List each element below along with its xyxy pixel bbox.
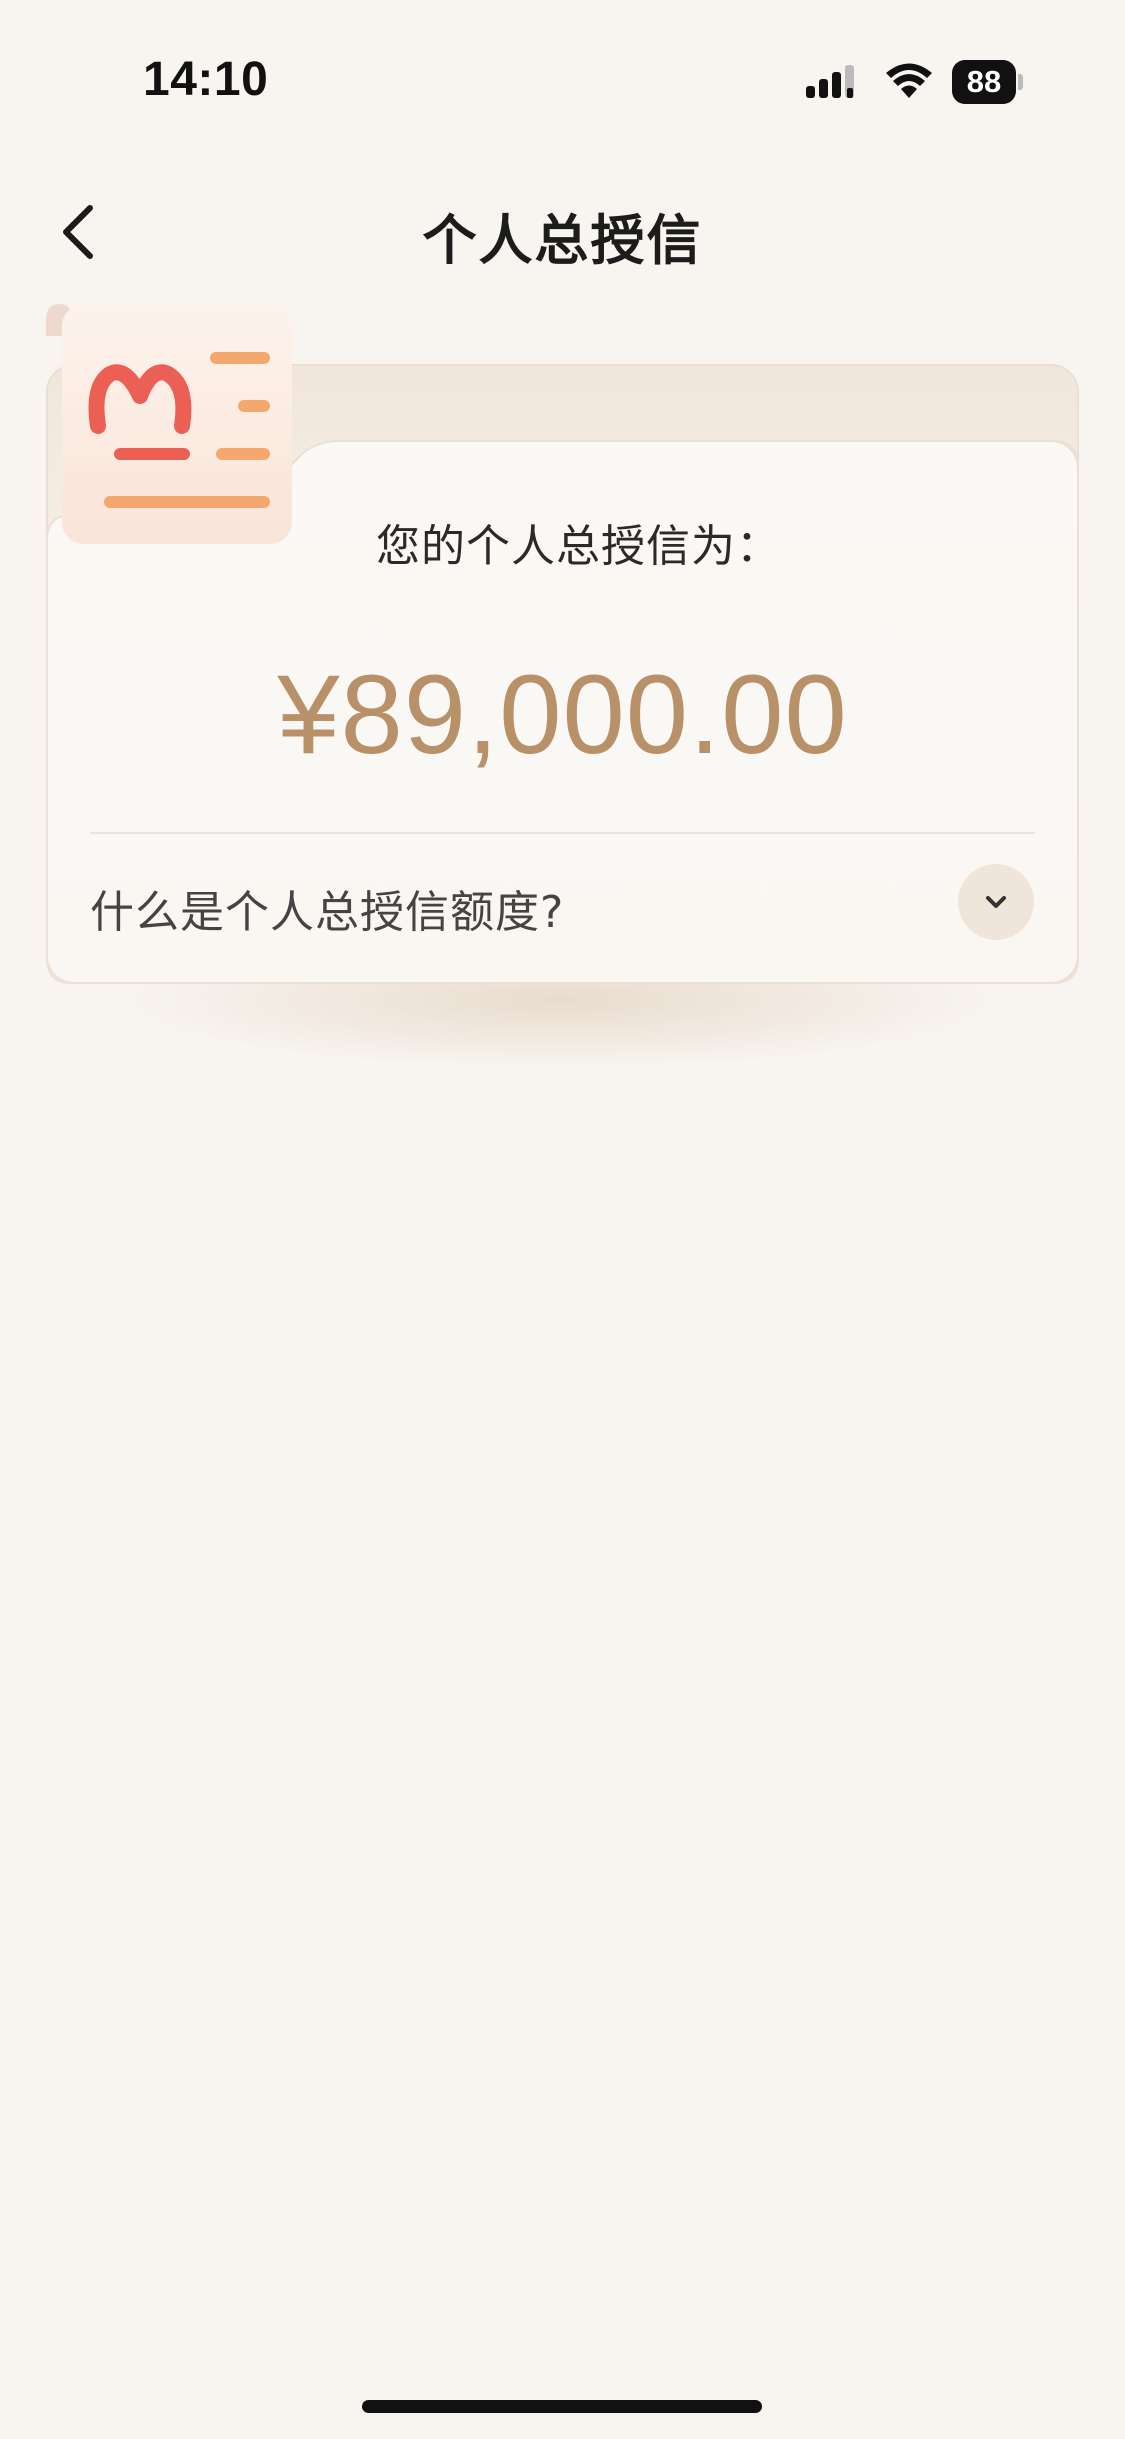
faq-toggle-row[interactable]: 什么是个人总授信额度? [46,834,1079,984]
battery-level: 88 [966,64,1002,99]
status-time: 14:10 [143,53,269,106]
credit-amount: ¥89,000.00 [277,652,848,777]
wifi-icon [886,63,932,98]
expand-button[interactable] [958,864,1034,940]
chevron-down-icon [986,896,1006,908]
battery-cap [1018,74,1023,90]
page-title: 个人总授信 [422,209,703,272]
faq-question: 什么是个人总授信额度? [90,887,565,938]
credit-label: 您的个人总授信为： [376,521,781,572]
document-icon [46,304,292,544]
home-indicator[interactable] [362,2400,762,2413]
battery-icon: 88 [952,60,1023,104]
cellular-signal-icon [806,65,854,98]
screen: 14:10 88 个人总授信 您的个人总授信为： ¥89,000.00 什么是个… [0,0,1125,2439]
